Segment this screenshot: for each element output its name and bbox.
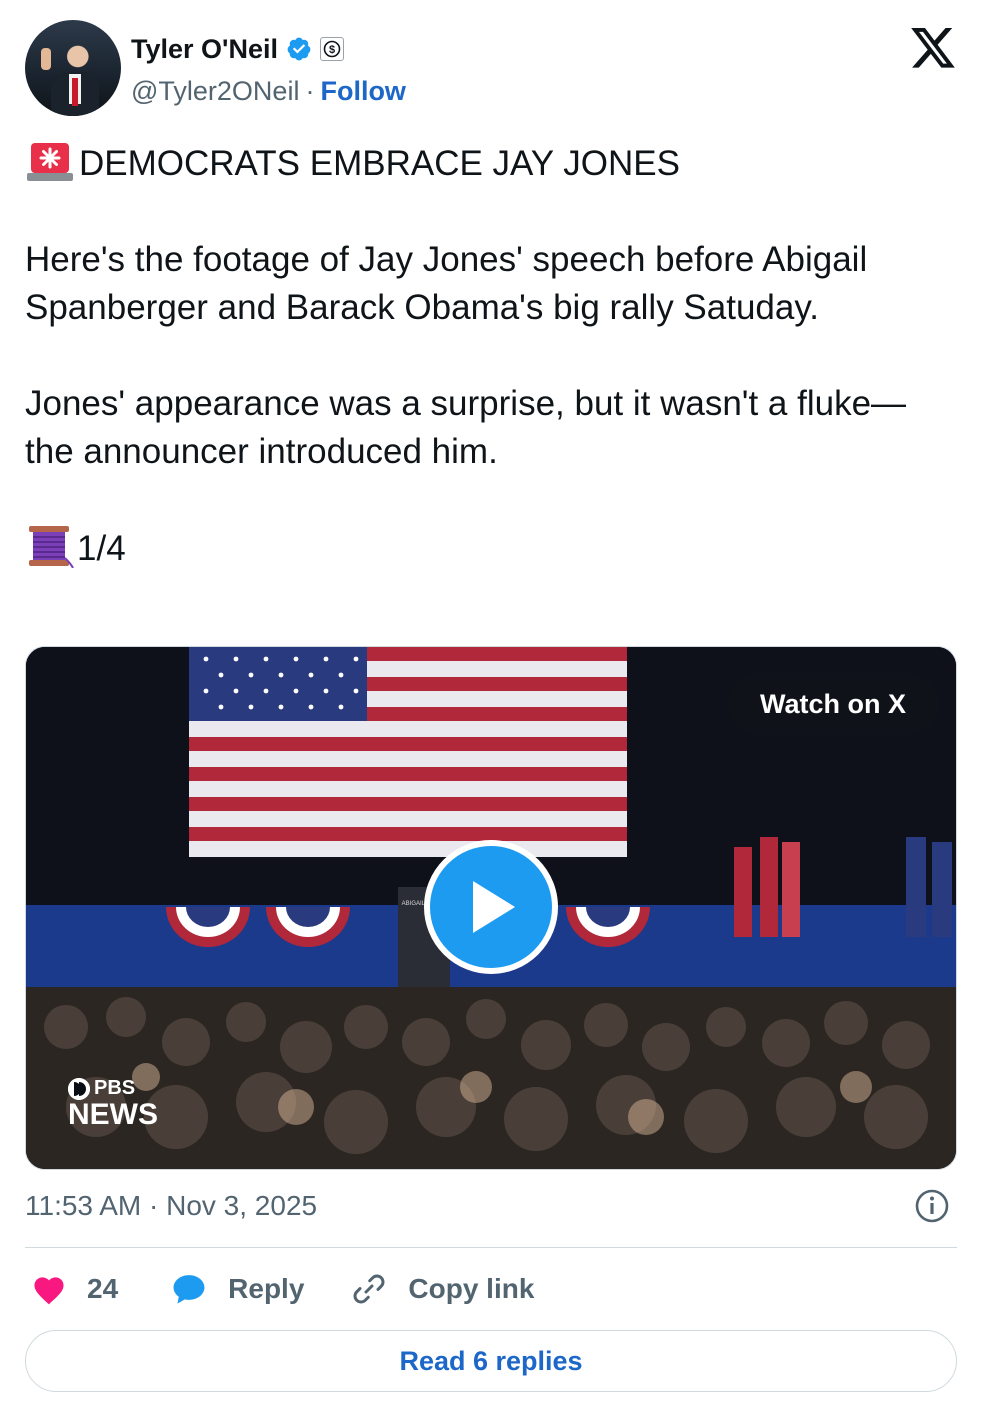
link-icon [353, 1274, 385, 1304]
thread-line: 1/4 [25, 524, 945, 573]
tweet-paragraph-2: Jones' appearance was a surprise, but it… [25, 384, 907, 471]
like-button[interactable]: 24 [31, 1273, 118, 1305]
separator-dot: · [305, 76, 315, 106]
like-count: 24 [87, 1273, 119, 1304]
verified-badge-icon [287, 37, 311, 61]
reply-button[interactable]: Reply [170, 1272, 304, 1306]
x-logo-icon[interactable] [911, 28, 955, 68]
info-icon[interactable] [914, 1188, 950, 1224]
read-replies-button[interactable]: Read 6 replies [25, 1330, 957, 1392]
reply-label: Reply [228, 1273, 305, 1304]
tweet-paragraph-1: Here's the footage of Jay Jones' speech … [25, 240, 877, 327]
author-avatar[interactable] [25, 20, 121, 116]
copy-link-button[interactable]: Copy link [350, 1271, 534, 1307]
watermark-top: PBS [94, 1077, 136, 1099]
watch-on-x-button[interactable]: Watch on X [728, 673, 938, 735]
copy-link-label: Copy link [408, 1273, 535, 1304]
spool-of-thread-emoji [25, 524, 75, 569]
speech-bubble-icon [173, 1275, 205, 1304]
author-handle[interactable]: @Tyler2ONeil [131, 76, 299, 107]
pbs-logo-icon [68, 1077, 90, 1100]
tweet-timestamp[interactable]: 11:53 AM · Nov 3, 2025 [25, 1190, 317, 1222]
tweet-headline-line: DEMOCRATS EMBRACE JAY JONES [25, 140, 945, 188]
tweet-headline: DEMOCRATS EMBRACE JAY JONES [79, 144, 680, 183]
dollar-badge-icon: $ [319, 37, 344, 61]
tweet-body: DEMOCRATS EMBRACE JAY JONES Here's the f… [25, 140, 945, 573]
author-name-row: Tyler O'Neil $ [131, 32, 344, 66]
heart-icon [34, 1277, 64, 1305]
follow-button[interactable]: Follow [320, 76, 405, 107]
author-name[interactable]: Tyler O'Neil [131, 34, 278, 65]
avatar-tie [72, 78, 78, 106]
author-handle-row: @Tyler2ONeil · Follow [131, 76, 406, 107]
svg-text:$: $ [329, 44, 335, 56]
pbs-news-watermark: PBS NEWS [68, 1077, 158, 1132]
play-button[interactable] [424, 840, 558, 974]
divider [25, 1247, 957, 1248]
american-flag [189, 647, 627, 857]
play-icon [473, 881, 515, 933]
police-light-emoji [25, 141, 75, 181]
video-player[interactable]: ABIGAIL SPANB Watch on X PBS [25, 646, 957, 1170]
tweet-header: Tyler O'Neil $ @Tyler2ONeil · Follow [25, 18, 957, 118]
raised-hand [41, 48, 51, 70]
watermark-bottom: NEWS [68, 1098, 158, 1131]
thread-count: 1/4 [77, 529, 126, 568]
action-bar: 24 Reply Copy link [25, 1264, 534, 1314]
